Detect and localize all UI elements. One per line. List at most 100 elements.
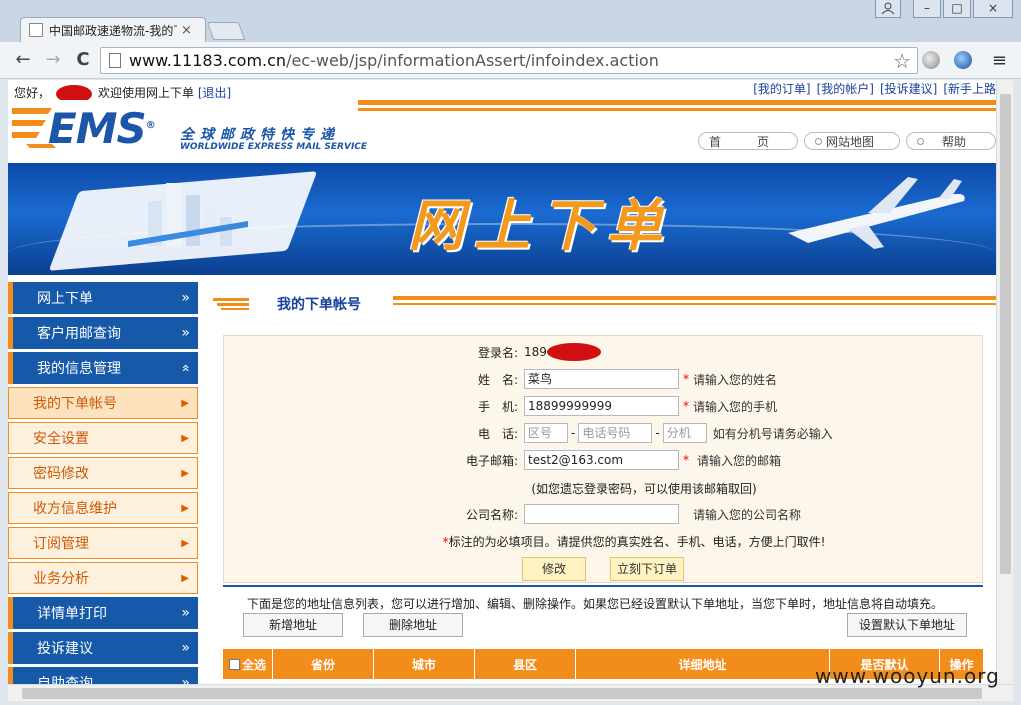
sidebar-item-subscription[interactable]: 订阅管理 ▶ xyxy=(8,527,198,559)
set-default-address-button[interactable]: 设置默认下单地址 xyxy=(847,613,967,637)
banner-city-icon xyxy=(128,183,248,247)
column-detail-address: 详细地址 xyxy=(576,649,830,679)
header-orange-line xyxy=(358,100,996,105)
company-input[interactable] xyxy=(524,504,679,524)
double-chevron-right-icon: » xyxy=(181,325,190,341)
triangle-right-icon: ▶ xyxy=(181,538,189,549)
globe-icon[interactable] xyxy=(954,51,972,69)
browser-toolbar: ← → C www.11183.com.cn/ec-web/jsp/inform… xyxy=(0,42,1021,79)
bookmark-star-icon[interactable]: ☆ xyxy=(893,49,911,73)
sidebar-item-customer-query[interactable]: 客户用邮查询» xyxy=(8,317,198,349)
address-bar[interactable]: www.11183.com.cn/ec-web/jsp/informationA… xyxy=(100,47,918,74)
back-button[interactable]: ← xyxy=(12,49,34,71)
page-title: 我的下单帐号 xyxy=(277,297,361,313)
logout-link[interactable]: [退出] xyxy=(198,86,231,100)
sidebar-item-my-order-account[interactable]: 我的下单帐号 ▶ xyxy=(8,387,198,419)
sidebar-item-recipient[interactable]: 收方信息维护 ▶ xyxy=(8,492,198,524)
email-label: 电子邮箱: xyxy=(465,453,518,468)
mobile-row: 手 机: 18899999999 * 请输入您的手机 xyxy=(224,395,984,417)
email-note: (如您遗忘登录密码，可以使用该邮箱取回) xyxy=(531,482,757,496)
add-address-button[interactable]: 新增地址 xyxy=(243,613,343,637)
browser-tabstrip: 中国邮政速递物流-我的下 × – □ × xyxy=(0,0,1021,42)
extension-icon[interactable] xyxy=(922,51,940,69)
ems-logo: EMS® xyxy=(48,104,156,153)
sidebar-item-online-order[interactable]: 网上下单» xyxy=(8,282,198,314)
new-tab-button[interactable] xyxy=(206,22,246,40)
vertical-scroll-thumb[interactable] xyxy=(1000,94,1011,574)
login-row: 登录名: 189 xyxy=(224,341,984,363)
top-nav: 首 页 网站地图 帮助 xyxy=(698,132,996,150)
nav-home[interactable]: 首 页 xyxy=(698,132,798,150)
close-window-button[interactable]: × xyxy=(973,0,1013,18)
ems-slogan-cn: 全球邮政特快专递 xyxy=(180,127,340,143)
sidebar-item-security[interactable]: 安全设置 ▶ xyxy=(8,422,198,454)
page-viewport: 您好， 欢迎使用网上下单 [退出] [我的订单] [我的帐户] [投诉建议] [新手上路… xyxy=(8,80,996,684)
sidebar: 网上下单» 客户用邮查询» 我的信息管理 « 我的下单帐号 ▶ 安全设置 ▶ 密码修改… xyxy=(8,282,198,684)
section-title-bar: 我的下单帐号 xyxy=(213,290,996,316)
phone-ext-input[interactable]: 分机 xyxy=(662,423,707,443)
company-row: 公司名称: 请输入您的公司名称 xyxy=(224,503,984,525)
select-all-checkbox[interactable] xyxy=(228,658,240,670)
name-row: 姓 名: 菜鸟 * 请输入您的姓名 xyxy=(224,368,984,390)
mobile-input[interactable]: 18899999999 xyxy=(524,396,679,416)
phone-separator: - xyxy=(571,426,576,440)
phone-hint: 如有分机号请务必输入 xyxy=(712,426,833,441)
forward-button[interactable]: → xyxy=(42,49,64,71)
sidebar-item-self-query[interactable]: 自助查询» xyxy=(8,667,198,684)
sidebar-item-my-info[interactable]: 我的信息管理 « xyxy=(8,352,198,384)
column-district: 县区 xyxy=(475,649,576,679)
email-hint: 请输入您的邮箱 xyxy=(697,453,782,468)
newbie-link[interactable]: [新手上路 xyxy=(943,82,996,96)
tab-close-icon[interactable]: × xyxy=(181,23,192,38)
tab-title: 中国邮政速递物流-我的下 xyxy=(49,23,177,38)
my-account-link[interactable]: [我的帐户] xyxy=(817,82,874,96)
double-chevron-right-icon: » xyxy=(181,675,190,684)
delete-address-button[interactable]: 删除地址 xyxy=(363,613,463,637)
phone-number-input[interactable]: 电话号码 xyxy=(578,423,653,443)
modify-button[interactable]: 修改 xyxy=(522,557,586,581)
logo-header: EMS® 全球邮政特快专递 WORLDWIDE EXPRESS MAIL SER… xyxy=(8,100,996,182)
account-form: 登录名: 189 姓 名: 菜鸟 * 请输入您的姓名 手 机: 18899999… xyxy=(223,335,983,583)
my-orders-link[interactable]: [我的订单] xyxy=(753,82,810,96)
phone-area-input[interactable]: 区号 xyxy=(524,423,568,443)
order-now-button[interactable]: 立刻下订单 xyxy=(610,557,684,581)
url-host: www.11183.com.cn xyxy=(129,51,287,70)
browser-menu-icon[interactable]: ≡ xyxy=(992,50,1007,71)
email-input[interactable]: test2@163.com xyxy=(524,450,679,470)
sidebar-item-print[interactable]: 详情单打印» xyxy=(8,597,198,629)
name-hint: 请输入您的姓名 xyxy=(693,372,778,387)
user-icon[interactable] xyxy=(875,0,901,18)
title-stripes-icon xyxy=(213,298,249,310)
nav-help[interactable]: 帮助 xyxy=(906,132,996,150)
reload-button[interactable]: C xyxy=(72,49,94,71)
sidebar-item-complaint[interactable]: 投诉建议» xyxy=(8,632,198,664)
sidebar-item-analysis[interactable]: 业务分析 ▶ xyxy=(8,562,198,594)
title-line-2 xyxy=(393,303,996,305)
double-chevron-right-icon: » xyxy=(181,290,190,306)
login-value: 189 xyxy=(524,345,547,359)
select-all-header[interactable]: 全选 xyxy=(223,649,273,679)
nav-sitemap[interactable]: 网站地图 xyxy=(804,132,900,150)
restore-button[interactable]: □ xyxy=(943,0,971,18)
header-orange-line-2 xyxy=(358,108,996,111)
triangle-right-icon: ▶ xyxy=(181,398,189,409)
triangle-right-icon: ▶ xyxy=(181,433,189,444)
horizontal-scroll-thumb[interactable] xyxy=(22,688,982,699)
minimize-button[interactable]: – xyxy=(913,0,941,18)
nav-bullet-icon xyxy=(917,137,924,145)
name-input[interactable]: 菜鸟 xyxy=(524,369,679,389)
watermark: www.wooyun.org xyxy=(815,664,1000,688)
vertical-scrollbar[interactable] xyxy=(996,80,1013,684)
sidebar-item-password[interactable]: 密码修改 ▶ xyxy=(8,457,198,489)
banner-title: 网上下单 xyxy=(408,194,672,259)
welcome-text: 欢迎使用网上下单 xyxy=(98,86,195,100)
required-mark: * xyxy=(683,453,689,467)
phone-row: 电 话: 区号 - 电话号码 - 分机 如有分机号请务必输入 xyxy=(224,422,984,444)
double-chevron-up-icon: « xyxy=(177,363,194,373)
company-label: 公司名称: xyxy=(465,507,518,522)
complaint-link[interactable]: [投诉建议] xyxy=(880,82,937,96)
page-favicon-icon xyxy=(29,23,43,37)
browser-tab[interactable]: 中国邮政速递物流-我的下 × xyxy=(20,17,206,42)
banner: 网上下单 xyxy=(8,163,996,275)
mobile-label: 手 机: xyxy=(477,399,518,414)
